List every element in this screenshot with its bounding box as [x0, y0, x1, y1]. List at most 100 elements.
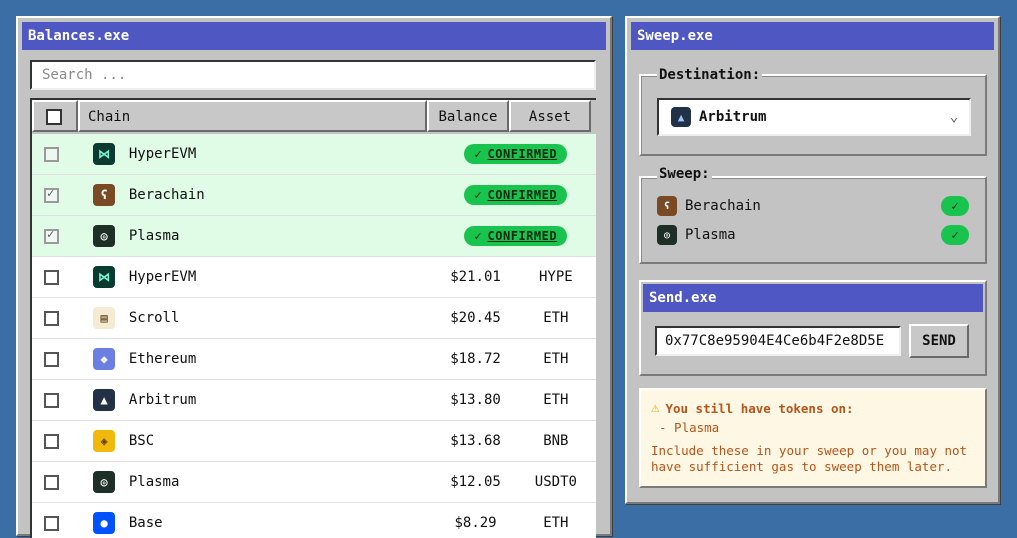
table-row[interactable]: ◆ Ethereum $18.72 ETH [32, 339, 596, 380]
plasma-icon: ◎ [657, 225, 677, 245]
row-checkbox[interactable] [44, 146, 59, 162]
row-checkbox[interactable] [44, 515, 59, 531]
search-input[interactable] [30, 60, 596, 90]
balance-value: $13.80 [450, 392, 501, 408]
balance-value: $21.01 [450, 269, 501, 285]
warning-message: Include these in your sweep or you may n… [651, 443, 968, 474]
balance-value: $18.72 [450, 351, 501, 367]
row-checkbox[interactable] [44, 351, 59, 367]
chain-name: Base [128, 515, 163, 531]
sweep-group: ʕ Berachain ✓ ◎ Plasma ✓ [639, 176, 987, 264]
chain-name: Plasma [128, 228, 180, 244]
chain-name: Scroll [128, 310, 180, 326]
destination-label: Destination: [657, 67, 763, 83]
send-window: Send.exe 0x77C8e95904E4Ce6b4F2e8D5E SEND [639, 280, 987, 376]
column-header-asset[interactable]: Asset [509, 100, 591, 132]
base-icon: ● [93, 512, 115, 534]
status-label: CONFIRMED [487, 188, 558, 202]
status-cell: ✓ CONFIRMED [435, 185, 596, 205]
warning-icon: ⚠ [651, 400, 660, 416]
chain-name: Ethereum [128, 351, 197, 367]
status-badge[interactable]: ✓ CONFIRMED [464, 226, 568, 246]
row-checkbox[interactable] [44, 269, 59, 285]
chain-name: Berachain [128, 187, 205, 203]
select-all-checkbox[interactable] [46, 109, 62, 125]
table-row[interactable]: ʕ Berachain ✓ CONFIRMED [32, 175, 596, 216]
asset-value: USDT0 [534, 474, 577, 490]
status-label: CONFIRMED [487, 147, 558, 161]
check-icon: ✓ [474, 229, 482, 243]
sweep-title: Sweep.exe [631, 22, 994, 50]
row-checkbox[interactable] [44, 186, 59, 203]
sweep-window: Sweep.exe ▲ Arbitrum ⌄ Destination: ʕ Ber… [625, 16, 1000, 504]
sweep-toggle[interactable]: ✓ [941, 196, 969, 216]
balance-value: $20.45 [450, 310, 501, 326]
table-row[interactable]: ● Base $8.29 ETH [32, 503, 596, 538]
table-row[interactable]: ⋈ HyperEVM $21.01 HYPE [32, 257, 596, 298]
asset-value: ETH [543, 515, 569, 531]
table-header: Chain Balance Asset [32, 100, 596, 134]
status-badge[interactable]: ✓ CONFIRMED [464, 185, 568, 205]
berachain-icon: ʕ [93, 184, 115, 206]
table-body: ⋈HyperEVM✓CONFIRMEDʕBerachain✓CONFIRMED◎… [32, 134, 596, 538]
balance-value: $13.68 [450, 433, 501, 449]
table-row[interactable]: ⋈ HyperEVM ✓ CONFIRMED [32, 134, 596, 175]
row-select [32, 146, 77, 162]
asset-value: HYPE [539, 269, 573, 285]
destination-select[interactable]: ▲ Arbitrum ⌄ [657, 98, 971, 136]
row-select [32, 186, 77, 203]
row-checkbox[interactable] [44, 310, 59, 326]
asset-value: BNB [543, 433, 569, 449]
status-cell: ✓ CONFIRMED [435, 144, 596, 164]
chain-name: Plasma [128, 474, 180, 490]
warning-title: You still have tokens on: [665, 400, 854, 416]
sweep-toggle[interactable]: ✓ [941, 225, 969, 245]
destination-value: Arbitrum [699, 109, 767, 125]
row-checkbox[interactable] [44, 227, 59, 244]
select-all-header [32, 100, 78, 132]
row-select [32, 227, 77, 244]
table-row[interactable]: ▤ Scroll $20.45 ETH [32, 298, 596, 339]
asset-value: ETH [543, 392, 569, 408]
status-badge[interactable]: ✓ CONFIRMED [464, 144, 568, 164]
bsc-icon: ◈ [93, 430, 115, 452]
sweep-label: Sweep: [657, 166, 712, 182]
sweep-item-name: Berachain [685, 198, 761, 214]
balance-value: $8.29 [454, 515, 497, 531]
sweep-item[interactable]: ʕ Berachain ✓ [657, 196, 969, 216]
sweep-item[interactable]: ◎ Plasma ✓ [657, 225, 969, 245]
chain-name: HyperEVM [128, 146, 197, 162]
row-checkbox[interactable] [44, 433, 59, 449]
scroll-icon: ▤ [93, 307, 115, 329]
chevron-down-icon: ⌄ [949, 109, 959, 125]
row-checkbox[interactable] [44, 392, 59, 408]
arbitrum-icon: ▲ [671, 107, 691, 127]
table-row[interactable]: ◈ BSC $13.68 BNB [32, 421, 596, 462]
table-row[interactable]: ◎ Plasma ✓ CONFIRMED [32, 216, 596, 257]
plasma-icon: ◎ [93, 225, 115, 247]
asset-value: ETH [543, 310, 569, 326]
check-icon: ✓ [474, 188, 482, 202]
balances-window: Balances.exe Chain Balance Asset ⋈ HyperE… [16, 16, 612, 538]
warning-title-row: ⚠ You still have tokens on: [651, 400, 975, 416]
address-input[interactable]: 0x77C8e95904E4Ce6b4F2e8D5E [655, 326, 901, 356]
column-header-balance[interactable]: Balance [427, 100, 509, 132]
column-header-chain[interactable]: Chain [78, 100, 427, 132]
status-label: CONFIRMED [487, 229, 558, 243]
row-select [32, 310, 77, 326]
destination-group: ▲ Arbitrum ⌄ [639, 74, 987, 156]
row-select [32, 392, 77, 408]
send-title: Send.exe [643, 284, 983, 312]
check-icon: ✓ [474, 147, 482, 161]
plasma-icon: ◎ [93, 471, 115, 493]
send-button[interactable]: SEND [909, 324, 969, 358]
ethereum-icon: ◆ [93, 348, 115, 370]
row-select [32, 515, 77, 531]
table-row[interactable]: ◎ Plasma $12.05 USDT0 [32, 462, 596, 503]
table-row[interactable]: ▲ Arbitrum $13.80 ETH [32, 380, 596, 421]
row-select [32, 351, 77, 367]
arbitrum-icon: ▲ [93, 389, 115, 411]
chain-name: HyperEVM [128, 269, 197, 285]
status-cell: ✓ CONFIRMED [435, 226, 596, 246]
row-checkbox[interactable] [44, 474, 59, 490]
